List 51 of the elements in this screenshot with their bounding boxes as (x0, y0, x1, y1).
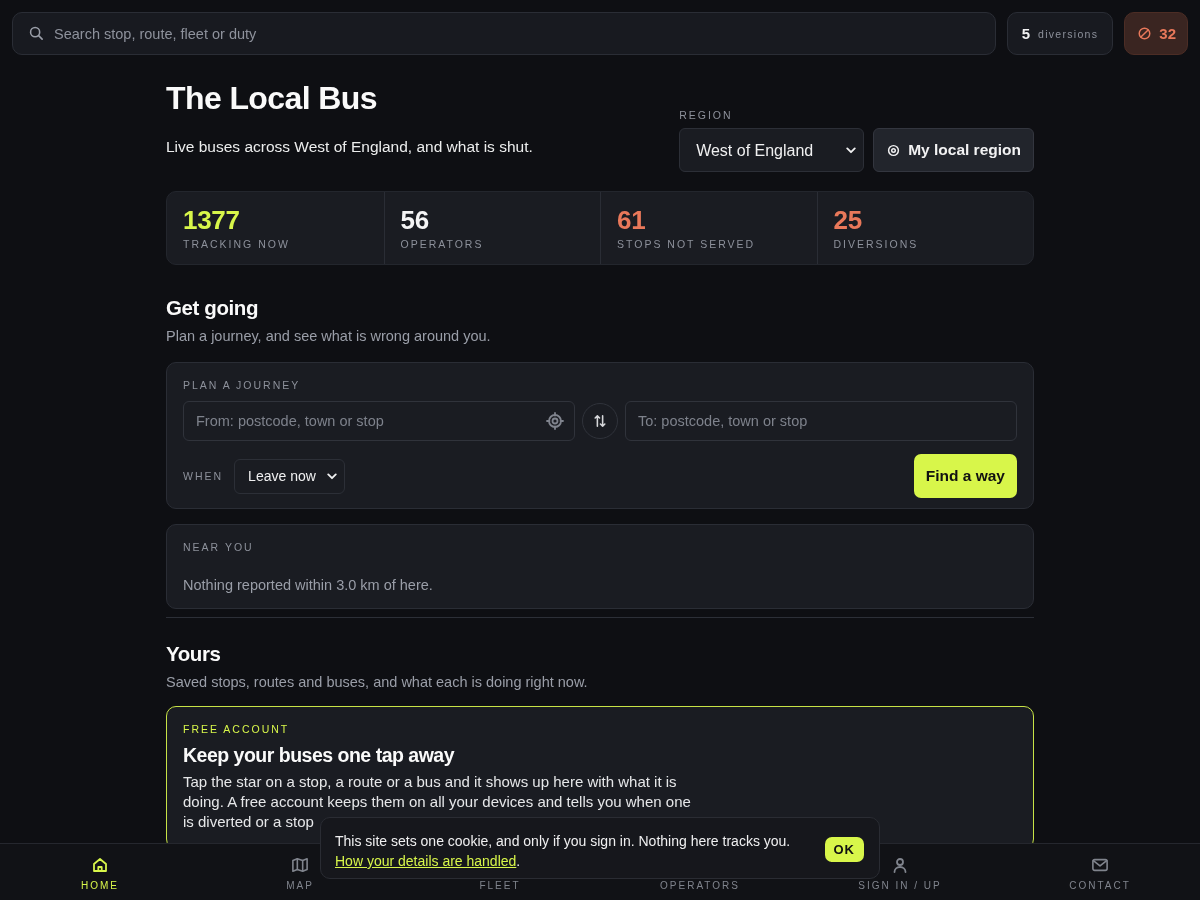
stat-value: 1377 (183, 205, 241, 235)
search-field[interactable]: Search stop, route, fleet or duty (12, 12, 996, 55)
cookie-ok-button[interactable]: OK (824, 837, 864, 862)
promo-heading: Keep your buses one tap away (183, 743, 456, 767)
promo-text: Tap the star on a stop, a route or a bus and it shows up here with what it is doing. A free account keeps them on all your devices and tells you when one is diverted or a stop (183, 772, 692, 832)
nav-tab[interactable]: OPERATORS (660, 881, 740, 891)
when-label: WHEN (183, 470, 224, 482)
site-subtitle: Live buses across West of England, and what is shut. (166, 138, 533, 156)
stat-value: 61 (617, 205, 647, 235)
alert-count-button[interactable]: 32 (1124, 12, 1188, 55)
person-icon[interactable] (892, 857, 908, 873)
diversion-count-button[interactable]: 5 diversions (1006, 12, 1114, 55)
section-subtitle: Saved stops, routes and buses, and what each is doing right now. (166, 673, 589, 691)
from-field[interactable]: From: postcode, town or stop (183, 401, 575, 441)
search-icon (29, 26, 43, 40)
site-title: The Local Bus (166, 80, 378, 116)
swap-arrows-icon (593, 414, 607, 428)
section-heading: Get going (166, 296, 260, 320)
nav-tab[interactable]: MAP (286, 881, 314, 891)
stat-label: TRACKING NOW (183, 238, 291, 251)
cookie-message: This site sets one cookie, and only if you sign in. Nothing here tracks you. How your details are handled. (335, 834, 792, 869)
region-label: REGION (679, 109, 734, 122)
map-icon[interactable] (292, 857, 308, 873)
local-region-button[interactable]: My local region (873, 128, 1034, 172)
near-you-message: Nothing reported within 3.0 km of here. (183, 576, 434, 594)
mail-icon[interactable] (1092, 857, 1108, 873)
stat-value: 25 (833, 205, 863, 235)
swap-button[interactable] (582, 403, 618, 439)
card-label: NEAR YOU (183, 540, 255, 554)
card-label: PLAN A JOURNEY (183, 378, 302, 392)
to-field[interactable]: To: postcode, town or stop (625, 401, 1017, 441)
nav-tab[interactable]: FLEET (479, 881, 521, 891)
nav-tab[interactable]: HOME (81, 881, 119, 891)
section-heading: Yours (166, 642, 222, 666)
section-subtitle: Plan a journey, and see what is wrong around you. (166, 327, 492, 345)
target-icon (887, 143, 901, 157)
stat-value: 56 (400, 205, 430, 235)
card-label: FREE ACCOUNT (183, 722, 291, 736)
ban-icon (1138, 27, 1152, 40)
when-select[interactable]: Leave now (234, 458, 346, 494)
region-select[interactable]: West of England (679, 128, 865, 172)
stat-label: DIVERSIONS (833, 238, 920, 251)
stat-label: OPERATORS (400, 238, 485, 251)
chevron-icon (846, 146, 857, 154)
stat-label: STOPS NOT SERVED (617, 238, 757, 251)
find-way-button[interactable]: Find a way (913, 454, 1017, 498)
home-icon[interactable] (92, 857, 108, 873)
crosshair-icon (546, 412, 564, 430)
nav-tab[interactable]: SIGN IN / UP (858, 881, 942, 891)
chevron-icon (327, 472, 338, 480)
nav-tab[interactable]: CONTACT (1069, 881, 1131, 891)
